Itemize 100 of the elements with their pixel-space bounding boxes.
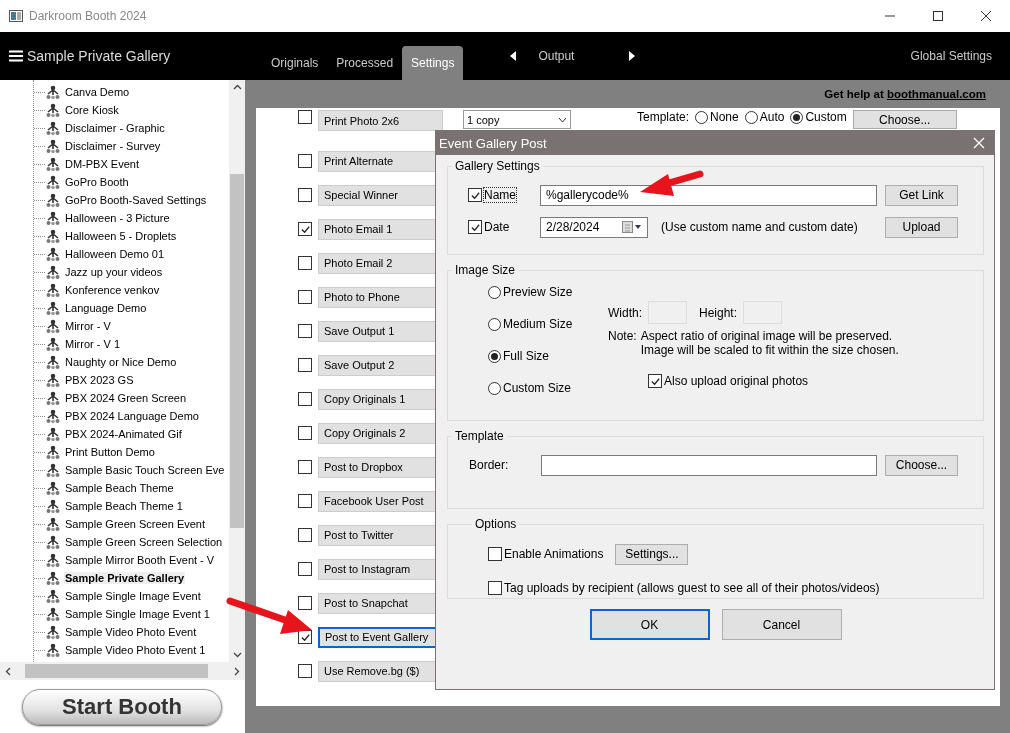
dialog-button[interactable]: OK (589, 609, 710, 640)
output-checkbox[interactable] (298, 222, 312, 236)
scroll-right-icon[interactable] (234, 666, 240, 676)
radio-button[interactable] (488, 285, 501, 299)
checkbox-label[interactable]: Date (484, 220, 510, 234)
radio-button[interactable] (744, 110, 758, 124)
output-checkbox[interactable] (298, 110, 312, 124)
output-checkbox[interactable] (298, 494, 312, 508)
nav-tab[interactable]: Settings (402, 46, 464, 80)
radio-button[interactable] (695, 110, 709, 124)
radio-button[interactable] (488, 349, 501, 363)
date-checkbox[interactable] (468, 220, 482, 234)
output-checkbox[interactable] (298, 324, 312, 338)
checkbox-label[interactable]: Tag uploads by recipient (allows guest to see all of their photos/videos) (504, 581, 880, 595)
event-item[interactable]: Language Demo (64, 302, 148, 314)
output-checkbox[interactable] (298, 528, 312, 542)
event-item[interactable]: Sample Beach Theme 1 (64, 500, 184, 512)
output-checkbox[interactable] (298, 154, 312, 168)
help-link[interactable]: boothmanual.com (886, 88, 986, 100)
upload-button[interactable]: Upload (885, 216, 958, 238)
event-item[interactable]: Disclaimer - Survey (64, 140, 162, 152)
radio-label[interactable]: None (710, 110, 739, 124)
event-item[interactable]: DM-PBX Event (64, 158, 140, 170)
border-field[interactable] (541, 454, 877, 476)
event-item[interactable]: Disclaimer - Graphic (64, 122, 166, 134)
event-item[interactable]: Print Button Demo (64, 446, 156, 458)
event-item[interactable]: Halloween 5 - Droplets (64, 230, 178, 242)
event-item[interactable]: Sample Green Screen Event (64, 518, 207, 530)
horizontal-scrollbar[interactable] (0, 662, 245, 680)
date-picker[interactable]: 2/28/2024 (540, 216, 648, 238)
tag-uploads-checkbox[interactable] (488, 581, 502, 595)
scroll-up-icon[interactable] (232, 84, 242, 90)
menu-icon[interactable] (9, 50, 23, 62)
event-item[interactable]: PBX 2023 GS (64, 374, 135, 386)
radio-label[interactable]: Preview Size (503, 285, 573, 299)
event-item[interactable]: Sample Video Photo Event 1 (64, 644, 207, 656)
event-item[interactable]: Konference venkov (64, 284, 161, 296)
event-item[interactable]: Sample Green Screen Selection (64, 536, 224, 548)
also-upload-checkbox[interactable] (648, 374, 662, 388)
output-checkbox[interactable] (298, 290, 312, 304)
event-item[interactable]: PBX 2024-Animated Gif (64, 428, 183, 440)
nav-tab[interactable]: Processed (327, 46, 403, 80)
event-item[interactable]: Sample Basic Touch Screen Eve (64, 464, 226, 476)
event-item[interactable]: Halloween Demo 01 (64, 248, 166, 260)
output-checkbox[interactable] (298, 392, 312, 406)
radio-button[interactable] (488, 381, 501, 395)
radio-button[interactable] (790, 110, 804, 124)
output-checkbox[interactable] (298, 188, 312, 202)
event-item[interactable]: Sample Beach Theme (64, 482, 175, 494)
next-icon[interactable] (629, 51, 636, 61)
maximize-icon[interactable] (932, 10, 944, 22)
output-checkbox[interactable] (298, 358, 312, 372)
event-item[interactable]: Jazz up your videos (64, 266, 164, 278)
checkbox-label[interactable]: Enable Animations (504, 547, 604, 561)
event-item[interactable]: Naughty or Nice Demo (64, 356, 178, 368)
event-item[interactable]: Halloween - 3 Picture (64, 212, 171, 224)
output-checkbox[interactable] (298, 426, 312, 440)
scroll-left-icon[interactable] (5, 666, 11, 676)
event-item[interactable]: PBX 2024 Green Screen (64, 392, 188, 404)
animations-checkbox[interactable] (488, 547, 502, 561)
radio-label[interactable]: Custom Size (503, 381, 572, 395)
dialog-button[interactable]: Cancel (721, 609, 842, 640)
output-checkbox[interactable] (298, 256, 312, 270)
event-item[interactable]: Mirror - V 1 (64, 338, 121, 350)
name-field[interactable]: %gallerycode% (540, 184, 877, 206)
event-item[interactable]: Sample Video Photo Event (64, 626, 198, 638)
nav-tab[interactable]: Originals (262, 46, 328, 80)
previous-icon[interactable] (510, 51, 517, 61)
radio-button[interactable] (488, 317, 501, 331)
choose-button[interactable]: Choose... (885, 454, 958, 476)
event-item[interactable]: Sample Private Gallery (64, 572, 186, 584)
radio-label[interactable]: Full Size (503, 349, 549, 363)
radio-label[interactable]: Auto (759, 110, 785, 124)
settings-button[interactable]: Settings... (615, 543, 689, 565)
output-checkbox[interactable] (298, 630, 312, 644)
choose-button[interactable]: Choose... (852, 110, 957, 129)
radio-label[interactable]: Medium Size (503, 317, 573, 331)
copies-dropdown[interactable]: 1 copy (463, 110, 571, 129)
vertical-scrollbar[interactable] (229, 80, 245, 662)
output-checkbox[interactable] (298, 596, 312, 610)
get-link-button[interactable]: Get Link (885, 184, 958, 206)
scroll-down-icon[interactable] (232, 652, 242, 658)
event-item[interactable]: Mirror - V (64, 320, 112, 332)
output-button[interactable]: Print Photo 2x6 (318, 110, 443, 131)
name-checkbox[interactable] (468, 188, 482, 202)
output-checkbox[interactable] (298, 460, 312, 474)
event-item[interactable]: Sample Single Image Event (64, 590, 202, 602)
checkbox-label[interactable]: Name (484, 188, 516, 202)
event-item[interactable]: Sample Mirror Booth Event - V (64, 554, 216, 566)
output-checkbox[interactable] (298, 562, 312, 576)
event-item[interactable]: GoPro Booth-Saved Settings (64, 194, 208, 206)
checkbox-label[interactable]: Also upload original photos (664, 374, 809, 388)
close-icon[interactable] (980, 10, 992, 22)
output-checkbox[interactable] (298, 664, 312, 678)
event-item[interactable]: PBX 2024 Language Demo (64, 410, 200, 422)
radio-label[interactable]: Custom (805, 110, 847, 124)
event-item[interactable]: Core Kiosk (64, 104, 120, 116)
event-item[interactable]: Canva Demo (64, 86, 131, 98)
event-item[interactable]: GoPro Booth (64, 176, 130, 188)
event-item[interactable]: Sample Single Image Event 1 (64, 608, 211, 620)
